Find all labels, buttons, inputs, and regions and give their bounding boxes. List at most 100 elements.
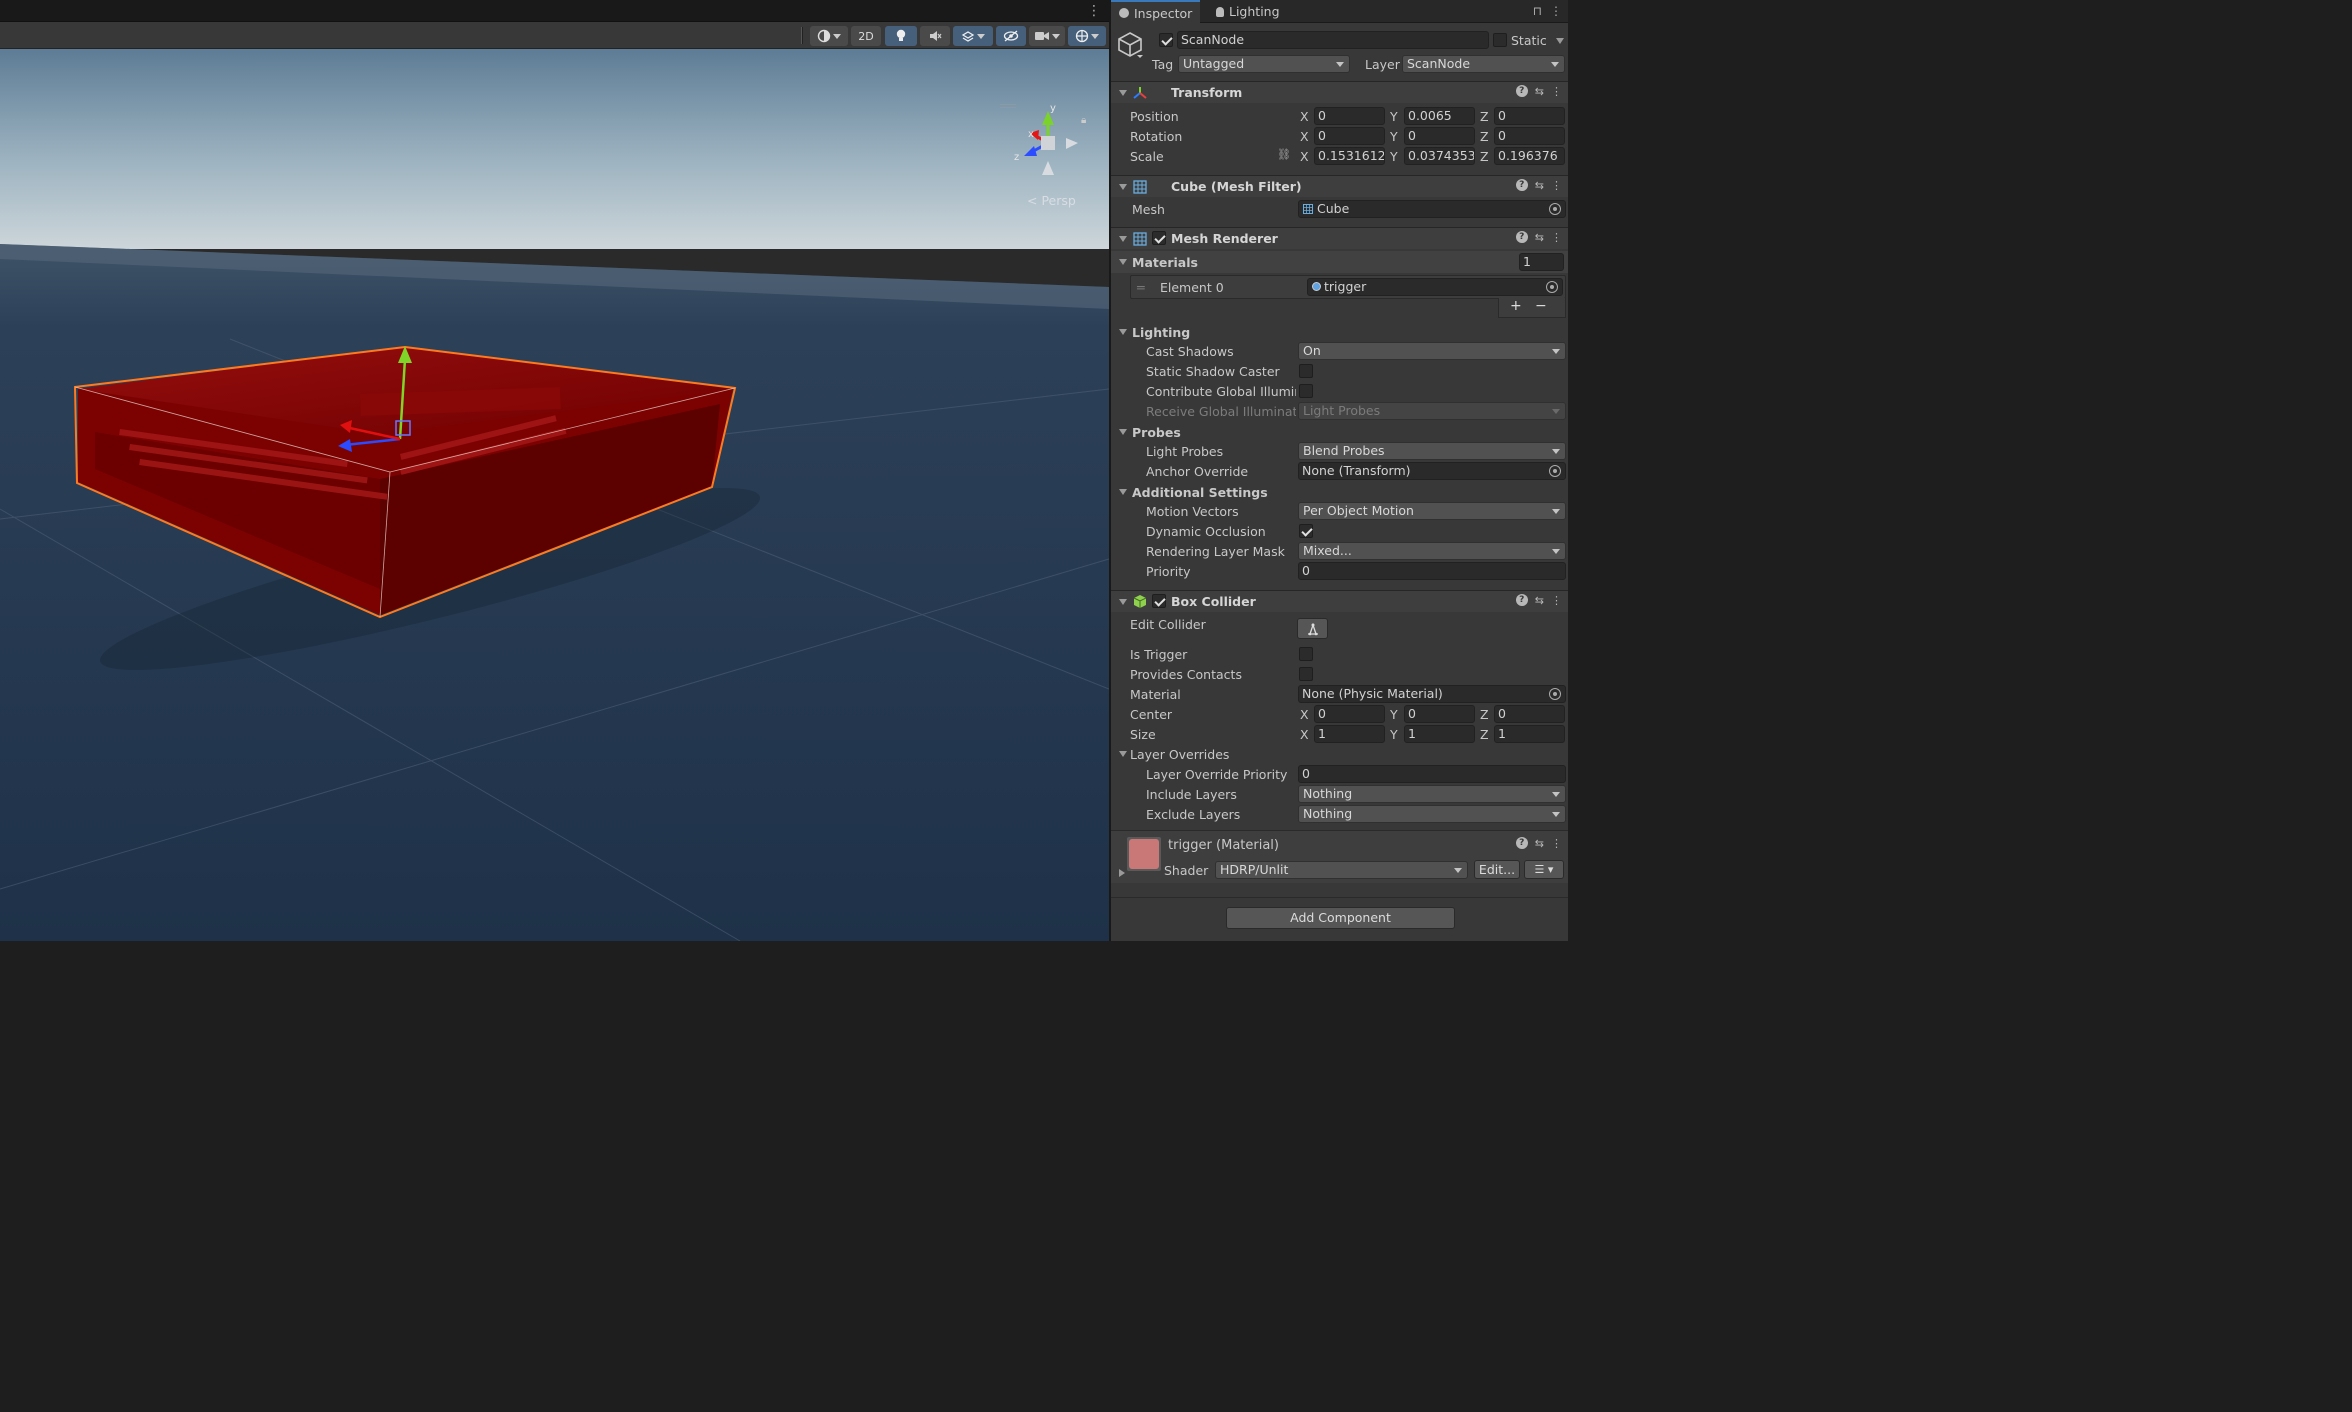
box-collider-header[interactable]: Box Collider ? ⇆ ⋮ xyxy=(1111,590,1568,612)
help-icon[interactable]: ? xyxy=(1515,594,1528,606)
mesh-field[interactable]: Cube xyxy=(1298,200,1566,218)
camera-settings-button[interactable] xyxy=(1029,26,1065,46)
rendering-layer-mask-dropdown[interactable]: Mixed... xyxy=(1298,542,1566,560)
toggle-2d-button[interactable]: 2D xyxy=(851,26,881,46)
lighting-toggle-button[interactable] xyxy=(885,26,917,46)
more-options-icon[interactable]: ⋮ xyxy=(1551,594,1562,607)
hidden-objects-toggle-button[interactable] xyxy=(996,26,1026,46)
object-picker-icon[interactable] xyxy=(1549,688,1561,700)
more-options-icon[interactable]: ⋮ xyxy=(1551,85,1562,98)
rotation-x-field[interactable]: 0 xyxy=(1314,127,1385,145)
light-probes-dropdown[interactable]: Blend Probes xyxy=(1298,442,1566,460)
layer-override-priority-field[interactable]: 0 xyxy=(1298,765,1566,783)
cast-shadows-dropdown[interactable]: On xyxy=(1298,342,1566,360)
shader-options-button[interactable]: ☰ ▾ xyxy=(1524,860,1564,879)
constrain-proportions-icon[interactable]: ⛓ xyxy=(1277,148,1291,161)
contribute-gi-toggle[interactable] xyxy=(1299,384,1313,398)
help-icon[interactable]: ? xyxy=(1515,837,1528,849)
scene-menu-icon[interactable]: ⋮ xyxy=(1087,3,1101,19)
object-picker-icon[interactable] xyxy=(1546,281,1558,293)
center-x-field[interactable]: 0 xyxy=(1314,705,1385,723)
projection-toggle[interactable]: < Persp xyxy=(1027,193,1076,208)
transform-header[interactable]: Transform ? ⇆ ⋮ xyxy=(1111,81,1568,103)
lock-icon[interactable]: ⊓ xyxy=(1533,4,1542,18)
is-trigger-toggle[interactable] xyxy=(1299,647,1313,661)
audio-toggle-button[interactable] xyxy=(920,26,950,46)
exclude-layers-dropdown[interactable]: Nothing xyxy=(1298,805,1566,823)
mesh-renderer-enabled-toggle[interactable] xyxy=(1152,231,1166,245)
tab-inspector[interactable]: Inspector xyxy=(1111,0,1201,24)
anchor-override-field[interactable]: None (Transform) xyxy=(1298,462,1566,480)
scale-z-field[interactable]: 0.196376 xyxy=(1494,147,1565,165)
help-icon[interactable]: ? xyxy=(1515,179,1528,191)
motion-vectors-dropdown[interactable]: Per Object Motion xyxy=(1298,502,1566,520)
collider-material-field[interactable]: None (Physic Material) xyxy=(1298,685,1566,703)
box-collider-enabled-toggle[interactable] xyxy=(1152,594,1166,608)
more-options-icon[interactable]: ⋮ xyxy=(1551,231,1562,244)
reorder-handle-icon[interactable]: ═ xyxy=(1137,280,1145,295)
shader-dropdown[interactable]: HDRP/Unlit xyxy=(1215,861,1468,879)
static-shadow-caster-toggle[interactable] xyxy=(1299,364,1313,378)
rotation-y-field[interactable]: 0 xyxy=(1404,127,1475,145)
scale-x-field[interactable]: 0.1531612 xyxy=(1314,147,1385,165)
layer-overrides-fold-icon[interactable] xyxy=(1119,751,1127,757)
effects-toggle-button[interactable] xyxy=(953,26,993,46)
static-label: Static xyxy=(1511,33,1547,48)
contribute-gi-label: Contribute Global Illumina xyxy=(1146,384,1296,399)
more-options-icon[interactable]: ⋮ xyxy=(1550,4,1562,18)
lock-icon[interactable]: 🔒︎ xyxy=(1081,115,1086,126)
position-z-field[interactable]: 0 xyxy=(1494,107,1565,125)
more-options-icon[interactable]: ⋮ xyxy=(1551,837,1562,850)
preset-icon[interactable]: ⇆ xyxy=(1535,594,1544,607)
size-z-field[interactable]: 1 xyxy=(1494,725,1565,743)
help-icon[interactable]: ? xyxy=(1515,231,1528,243)
include-layers-dropdown[interactable]: Nothing xyxy=(1298,785,1566,803)
help-icon[interactable]: ? xyxy=(1515,85,1528,97)
scale-y-field[interactable]: 0.0374353 xyxy=(1404,147,1475,165)
center-z-field[interactable]: 0 xyxy=(1494,705,1565,723)
remove-element-button[interactable]: − xyxy=(1535,298,1547,314)
size-x-field[interactable]: 1 xyxy=(1314,725,1385,743)
static-dropdown-icon[interactable] xyxy=(1556,38,1564,44)
static-toggle[interactable] xyxy=(1493,33,1507,47)
gizmos-button[interactable] xyxy=(1068,26,1106,46)
provides-contacts-toggle[interactable] xyxy=(1299,667,1313,681)
center-y-field[interactable]: 0 xyxy=(1404,705,1475,723)
object-picker-icon[interactable] xyxy=(1549,465,1561,477)
layer-dropdown[interactable]: ScanNode xyxy=(1402,55,1565,73)
preset-icon[interactable]: ⇆ xyxy=(1535,231,1544,244)
materials-header[interactable]: Materials 1 xyxy=(1111,251,1568,273)
material-fold-icon[interactable] xyxy=(1119,869,1125,877)
position-x-field[interactable]: 0 xyxy=(1314,107,1385,125)
priority-field[interactable]: 0 xyxy=(1298,562,1566,580)
edit-collider-button[interactable] xyxy=(1297,618,1328,639)
add-element-button[interactable]: + xyxy=(1510,298,1522,314)
size-y-field[interactable]: 1 xyxy=(1404,725,1475,743)
tab-lighting[interactable]: Lighting xyxy=(1208,0,1288,23)
scene-viewport[interactable]: y x z 🔒︎ < Persp xyxy=(0,49,1109,941)
draw-mode-button[interactable] xyxy=(810,26,848,46)
chevron-down-icon xyxy=(833,33,841,39)
probes-fold-icon[interactable] xyxy=(1119,429,1127,435)
shader-edit-button[interactable]: Edit... xyxy=(1474,860,1520,879)
preset-icon[interactable]: ⇆ xyxy=(1535,837,1544,850)
dynamic-occlusion-toggle[interactable] xyxy=(1299,524,1313,538)
position-y-field[interactable]: 0.0065 xyxy=(1404,107,1475,125)
preset-icon[interactable]: ⇆ xyxy=(1535,85,1544,98)
materials-count-field[interactable]: 1 xyxy=(1519,253,1564,271)
element0-field[interactable]: trigger xyxy=(1307,278,1563,296)
lighting-fold-icon[interactable] xyxy=(1119,329,1127,335)
object-name-field[interactable]: ScanNode xyxy=(1177,31,1489,49)
add-component-button[interactable]: Add Component xyxy=(1226,907,1455,929)
rotation-z-field[interactable]: 0 xyxy=(1494,127,1565,145)
mesh-filter-header[interactable]: Cube (Mesh Filter) ? ⇆ ⋮ xyxy=(1111,175,1568,197)
active-toggle[interactable] xyxy=(1159,33,1173,47)
more-options-icon[interactable]: ⋮ xyxy=(1551,179,1562,192)
object-picker-icon[interactable] xyxy=(1549,203,1561,215)
tag-dropdown[interactable]: Untagged xyxy=(1178,55,1350,73)
orientation-gizmo[interactable]: y x z xyxy=(1008,103,1088,183)
chevron-down-icon xyxy=(1091,33,1099,39)
mesh-renderer-header[interactable]: Mesh Renderer ? ⇆ ⋮ xyxy=(1111,227,1568,249)
preset-icon[interactable]: ⇆ xyxy=(1535,179,1544,192)
additional-settings-fold-icon[interactable] xyxy=(1119,489,1127,495)
